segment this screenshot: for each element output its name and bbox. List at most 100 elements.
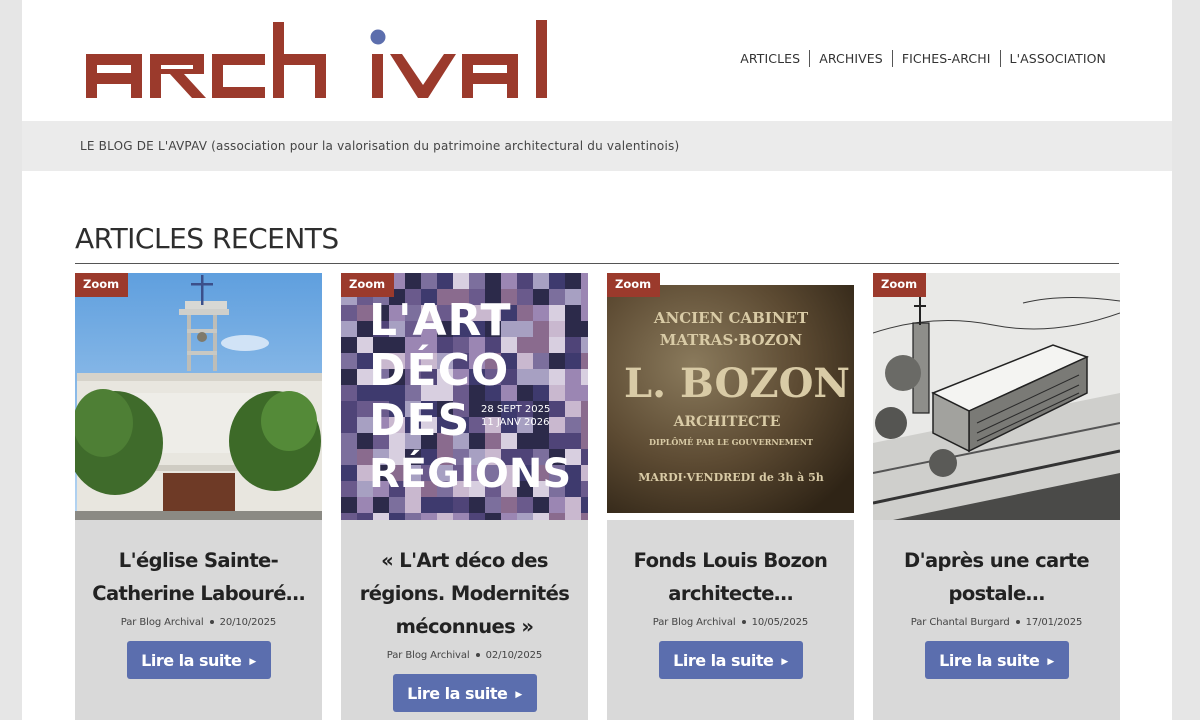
category-badge[interactable]: Zoom (873, 273, 927, 297)
mosaic-tile (549, 273, 565, 289)
article-meta: Par Blog Archival 20/10/2025 (91, 617, 306, 628)
mosaic-tile (501, 497, 517, 513)
mosaic-tile (581, 481, 588, 497)
mosaic-tile (549, 433, 565, 449)
mosaic-tile (565, 417, 581, 433)
article-author[interactable]: Par Blog Archival (121, 617, 204, 628)
read-more-label: Lire la suite (141, 650, 242, 670)
site-logo[interactable] (86, 18, 556, 102)
article-card: Zoom D'après une carte postale… Par Chan… (873, 273, 1120, 720)
plaque-line-2: MATRAS·BOZON (660, 331, 803, 349)
mosaic-tile (565, 337, 581, 353)
mosaic-tile (341, 369, 357, 385)
category-badge[interactable]: Zoom (341, 273, 395, 297)
mosaic-tile (421, 273, 437, 289)
mosaic-tile (565, 273, 581, 289)
mosaic-tile (405, 497, 421, 513)
mosaic-tile (501, 433, 517, 449)
nav-articles[interactable]: ARTICLES (731, 50, 809, 67)
nav-association[interactable]: L'ASSOCIATION (1001, 50, 1115, 67)
mosaic-tile (533, 385, 549, 401)
mosaic-tile (581, 369, 588, 385)
mosaic-tile (341, 449, 357, 465)
mosaic-tile (517, 289, 533, 305)
article-title[interactable]: L'église Sainte-Catherine Labouré… (91, 544, 306, 610)
section-divider (75, 263, 1119, 264)
article-image[interactable]: Zoom (75, 273, 322, 520)
mosaic-tile (469, 273, 485, 289)
mosaic-tile (549, 289, 565, 305)
mosaic-tile (549, 497, 565, 513)
mosaic-tile (565, 497, 581, 513)
article-image[interactable]: L'ART DÉCO DES RÉGIONS 28 SEPT 2025 11 J… (341, 273, 588, 520)
article-date: 20/10/2025 (219, 617, 277, 628)
arrow-right-icon: ▶ (781, 656, 788, 667)
mosaic-tile (469, 497, 485, 513)
article-title[interactable]: Fonds Louis Bozon architecte… (623, 544, 838, 610)
mosaic-tile (533, 337, 549, 353)
mosaic-tile (581, 465, 588, 481)
mosaic-tile (341, 401, 357, 417)
mosaic-tile (581, 513, 588, 520)
read-more-button[interactable]: Lire la suite ▶ (924, 641, 1069, 679)
mosaic-tile (581, 353, 588, 369)
meta-separator (475, 653, 480, 657)
article-author[interactable]: Par Blog Archival (653, 617, 736, 628)
main-nav: ARTICLES ARCHIVES FICHES-ARCHI L'ASSOCIA… (731, 50, 1115, 67)
mosaic-tile (533, 513, 549, 520)
mosaic-tile (405, 513, 421, 520)
plaque-line-6: MARDI·VENDREDI de 3h à 5h (638, 471, 824, 484)
mosaic-tile (357, 497, 373, 513)
meta-separator (209, 620, 214, 624)
site-tagline: LE BLOG DE L'AVPAV (association pour la … (80, 139, 680, 153)
mosaic-tile (517, 497, 533, 513)
nav-archives[interactable]: ARCHIVES (810, 50, 892, 67)
mosaic-tile (389, 513, 405, 520)
mosaic-tile (341, 465, 357, 481)
mosaic-tile (581, 385, 588, 401)
mosaic-tile (517, 305, 533, 321)
mosaic-tile (453, 513, 469, 520)
brass-plaque-photo: ANCIEN CABINET MATRAS·BOZON L. BOZON ARC… (607, 273, 854, 520)
article-card: L'ART DÉCO DES RÉGIONS 28 SEPT 2025 11 J… (341, 273, 588, 720)
read-more-label: Lire la suite (939, 650, 1040, 670)
mosaic-tile (533, 353, 549, 369)
article-title[interactable]: D'après une carte postale… (889, 544, 1104, 610)
poster-line-2: DÉCO (369, 343, 509, 396)
mosaic-tile (421, 497, 437, 513)
mosaic-tile (341, 417, 357, 433)
mosaic-tile (549, 385, 565, 401)
article-author[interactable]: Par Chantal Burgard (911, 617, 1010, 628)
nav-fiches-archi[interactable]: FICHES-ARCHI (893, 50, 1000, 67)
tagline-bar: LE BLOG DE L'AVPAV (association pour la … (22, 121, 1172, 171)
exhibition-poster: L'ART DÉCO DES RÉGIONS 28 SEPT 2025 11 J… (341, 273, 588, 520)
article-author[interactable]: Par Blog Archival (387, 650, 470, 661)
poster-date-end: 11 JANV 2026 (481, 417, 549, 428)
mosaic-tile (485, 513, 501, 520)
category-badge[interactable]: Zoom (75, 273, 129, 297)
mosaic-tile (549, 513, 565, 520)
mosaic-tile (341, 305, 357, 321)
article-body: D'après une carte postale… Par Chantal B… (873, 520, 1120, 679)
plaque-line-3: L. BOZON (624, 360, 850, 407)
mosaic-tile (341, 337, 357, 353)
mosaic-tile (581, 289, 588, 305)
read-more-button[interactable]: Lire la suite ▶ (658, 641, 803, 679)
article-title[interactable]: « L'Art déco des régions. Modernités méc… (357, 544, 572, 643)
mosaic-tile (565, 513, 581, 520)
mosaic-tile (485, 433, 501, 449)
article-image[interactable]: Zoom (873, 273, 1120, 520)
mosaic-tile (549, 305, 565, 321)
mosaic-tile (549, 321, 565, 337)
mosaic-tile (341, 433, 357, 449)
poster-line-4: RÉGIONS (369, 449, 571, 497)
mosaic-tile (517, 337, 533, 353)
read-more-button[interactable]: Lire la suite ▶ (392, 674, 537, 712)
mosaic-tile (485, 497, 501, 513)
section-title: ARTICLES RECENTS (75, 222, 339, 255)
category-badge[interactable]: Zoom (607, 273, 661, 297)
mosaic-tile (581, 417, 588, 433)
article-image[interactable]: ANCIEN CABINET MATRAS·BOZON L. BOZON ARC… (607, 273, 854, 520)
read-more-button[interactable]: Lire la suite ▶ (126, 641, 271, 679)
plaque-line-4: ARCHITECTE (673, 414, 781, 430)
